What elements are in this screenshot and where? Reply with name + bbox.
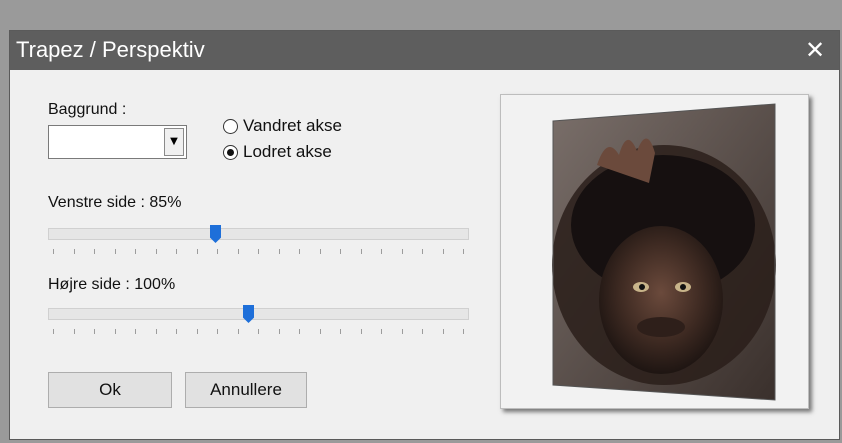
slider-tick <box>360 249 362 254</box>
radio-horizontal-axis[interactable]: Vandret akse <box>223 115 342 137</box>
slider-tick <box>299 329 300 334</box>
slider-tick <box>176 249 177 254</box>
slider-tick <box>217 329 218 334</box>
title-bar[interactable]: Trapez / Perspektiv ✕ <box>10 31 839 70</box>
slider-tick <box>278 329 280 334</box>
slider-tick <box>442 329 444 334</box>
right-side-slider-ticks <box>48 329 469 335</box>
left-side-slider-track[interactable] <box>48 228 469 240</box>
slider-tick <box>381 249 382 254</box>
left-side-slider-thumb[interactable] <box>210 225 221 243</box>
radio-circle-vertical[interactable] <box>223 144 238 160</box>
slider-tick <box>94 329 95 334</box>
slider-tick <box>340 249 341 254</box>
perspective-dialog: Trapez / Perspektiv ✕ Baggrund : ▼ Vandr… <box>9 30 840 440</box>
slider-tick <box>196 249 198 254</box>
radio-circle-horizontal[interactable] <box>223 118 238 134</box>
slider-tick <box>237 329 239 334</box>
background-color-dropdown[interactable]: ▼ <box>48 125 187 159</box>
preview-panel <box>500 94 809 409</box>
left-side-label: Venstre side : 85% <box>48 194 182 211</box>
slider-tick <box>463 249 464 254</box>
background-label: Baggrund : <box>48 101 127 118</box>
preview-image <box>552 103 776 401</box>
right-side-slider-track[interactable] <box>48 308 469 320</box>
slider-tick <box>340 329 341 334</box>
ok-button[interactable]: Ok <box>48 372 172 408</box>
slider-tick <box>237 249 239 254</box>
left-side-slider-ticks <box>48 249 469 255</box>
right-side-label: Højre side : 100% <box>48 276 176 293</box>
slider-tick <box>155 329 157 334</box>
slider-tick <box>442 249 444 254</box>
slider-tick <box>463 329 464 334</box>
slider-tick <box>319 249 321 254</box>
slider-tick <box>381 329 382 334</box>
radio-label-horizontal: Vandret akse <box>243 116 342 135</box>
slider-tick <box>135 249 136 254</box>
cancel-button[interactable]: Annullere <box>185 372 307 408</box>
close-icon[interactable]: ✕ <box>799 34 831 66</box>
slider-tick <box>360 329 362 334</box>
slider-tick <box>155 249 157 254</box>
slider-tick <box>258 249 259 254</box>
slider-tick <box>73 329 75 334</box>
slider-tick <box>401 249 403 254</box>
dialog-title: Trapez / Perspektiv <box>16 37 205 62</box>
chevron-down-icon[interactable]: ▼ <box>164 128 184 156</box>
radio-vertical-axis[interactable]: Lodret akse <box>223 141 332 163</box>
slider-tick <box>299 249 300 254</box>
slider-tick <box>422 329 423 334</box>
slider-tick <box>422 249 423 254</box>
radio-label-vertical: Lodret akse <box>243 142 332 161</box>
slider-tick <box>319 329 321 334</box>
slider-tick <box>401 329 403 334</box>
slider-tick <box>53 249 54 254</box>
slider-tick <box>278 249 280 254</box>
slider-tick <box>73 249 75 254</box>
slider-tick <box>258 329 259 334</box>
right-side-slider-thumb[interactable] <box>243 305 254 323</box>
slider-tick <box>114 249 116 254</box>
slider-tick <box>53 329 54 334</box>
slider-tick <box>135 329 136 334</box>
slider-tick <box>217 249 218 254</box>
slider-tick <box>176 329 177 334</box>
slider-tick <box>196 329 198 334</box>
slider-tick <box>114 329 116 334</box>
slider-tick <box>94 249 95 254</box>
